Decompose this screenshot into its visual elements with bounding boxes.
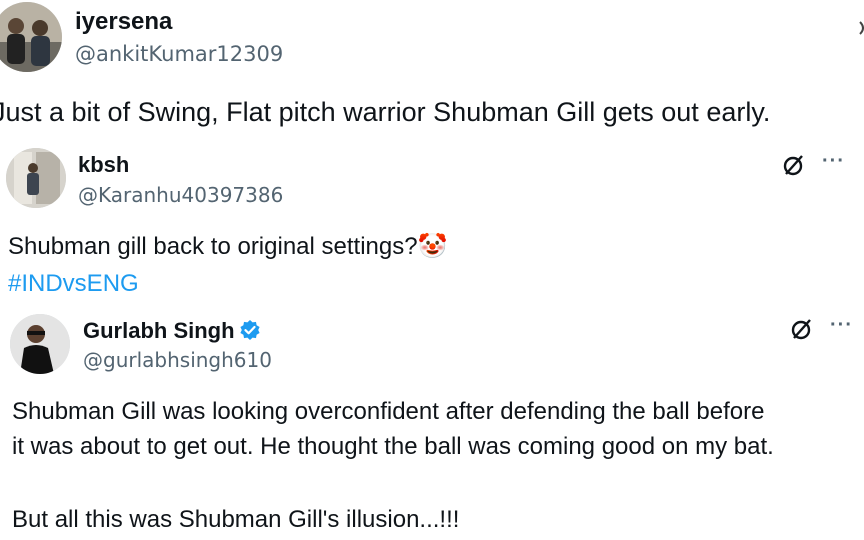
clown-emoji-icon: 🤡 (417, 233, 448, 260)
display-name[interactable]: Gurlabh Singh (83, 318, 261, 347)
post-kbsh: kbsh @Karanhu40397386 ··· Shubman gill b… (0, 140, 864, 308)
user-handle[interactable]: @gurlabhsingh610 (83, 348, 272, 372)
avatar-kbsh[interactable] (6, 148, 66, 208)
post-text-line-3: But all this was Shubman Gill's illusion… (12, 506, 460, 533)
grok-icon[interactable] (790, 316, 814, 347)
post-text: Shubman gill back to original settings?🤡 (8, 232, 447, 261)
post-iyersena: iyersena @ankitKumar12309 Just a bit of … (0, 0, 864, 140)
post-text-line-2: it was about to get out. He thought the … (12, 433, 774, 460)
display-name[interactable]: kbsh (78, 152, 129, 178)
more-icon[interactable]: ··· (822, 150, 845, 173)
avatar-iyersena[interactable] (0, 2, 62, 72)
more-icon[interactable]: ··· (830, 314, 853, 337)
avatar-gurlabh-singh[interactable] (10, 314, 70, 374)
display-name-text[interactable]: Gurlabh Singh (83, 318, 235, 343)
partial-icon-right (852, 20, 864, 36)
hashtag-link[interactable]: #INDvsENG (8, 270, 139, 298)
user-handle[interactable]: @ankitKumar12309 (75, 42, 283, 66)
post-gurlabh-singh: Gurlabh Singh @gurlabhsingh610 ··· Shubm… (0, 308, 864, 540)
verified-badge-icon (239, 319, 261, 347)
display-name[interactable]: iyersena (75, 8, 172, 36)
user-handle[interactable]: @Karanhu40397386 (78, 183, 283, 207)
post-text-line-1: Shubman Gill was looking overconfident a… (12, 398, 765, 425)
post-text: Just a bit of Swing, Flat pitch warrior … (0, 97, 771, 127)
grok-icon[interactable] (782, 152, 806, 183)
post-text-content: Shubman gill back to original settings? (8, 233, 418, 260)
